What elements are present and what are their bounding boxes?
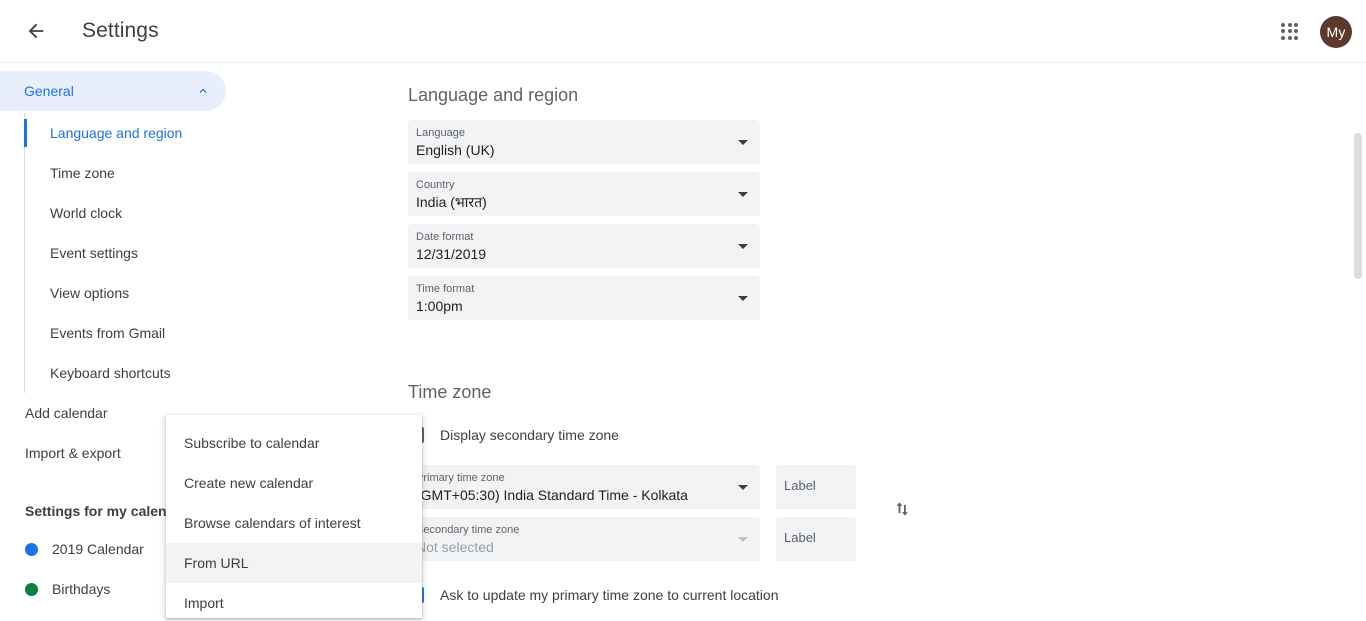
country-select[interactable]: Country India (भारत)	[408, 172, 760, 216]
swap-timezones-button[interactable]	[884, 491, 920, 527]
sidebar-item-view-options[interactable]: View options	[25, 273, 250, 313]
date-format-select-value: 12/31/2019	[416, 246, 487, 262]
secondary-timezone-value: Not selected	[416, 539, 494, 555]
sidebar-item-keyboard-shortcuts[interactable]: Keyboard shortcuts	[25, 353, 250, 393]
menu-item-label: Create new calendar	[184, 475, 314, 491]
sidebar-item-world-clock[interactable]: World clock	[25, 193, 250, 233]
sidebar-item-events-from-gmail[interactable]: Events from Gmail	[25, 313, 250, 353]
sidebar-item-label: View options	[50, 285, 130, 301]
date-format-select-label: Date format	[416, 231, 474, 243]
sidebar-item-label: Keyboard shortcuts	[50, 365, 171, 381]
timezone-selects: Primary time zone (GMT+05:30) India Stan…	[408, 465, 760, 569]
country-select-value: India (भारत)	[416, 194, 487, 210]
apps-launcher-button[interactable]	[1270, 12, 1310, 52]
calendar-color-dot-icon	[25, 542, 38, 556]
page-scrollbar-thumb[interactable]	[1354, 133, 1362, 279]
sidebar-group-general-label: General	[24, 83, 74, 99]
avatar[interactable]: My	[1320, 15, 1352, 48]
sidebar-item-time-zone[interactable]: Time zone	[25, 153, 250, 193]
secondary-timezone-select[interactable]: Secondary time zone Not selected	[408, 517, 760, 561]
chevron-down-icon	[738, 140, 748, 145]
chevron-down-icon	[738, 296, 748, 301]
sidebar-item-label: Time zone	[50, 165, 115, 181]
apps-grid-icon	[1281, 22, 1299, 41]
sidebar-item-label: Event settings	[50, 245, 138, 261]
language-select-label: Language	[416, 127, 465, 139]
menu-item-subscribe-to-calendar[interactable]: Subscribe to calendar	[166, 423, 422, 463]
calendar-label: Birthdays	[52, 581, 111, 597]
language-select-value: English (UK)	[416, 142, 495, 158]
ask-update-timezone-label: Ask to update my primary time zone to cu…	[440, 587, 779, 603]
sidebar-item-label: Add calendar	[25, 405, 108, 421]
menu-item-label: Import	[184, 595, 224, 611]
back-button[interactable]	[16, 11, 56, 51]
sidebar-group-general[interactable]: General	[0, 71, 226, 111]
menu-item-label: From URL	[184, 555, 249, 571]
sidebar-item-label: Import & export	[25, 445, 121, 461]
primary-timezone-label: Primary time zone	[416, 472, 505, 484]
chevron-down-icon	[738, 485, 748, 490]
primary-timezone-select[interactable]: Primary time zone (GMT+05:30) India Stan…	[408, 465, 760, 509]
primary-timezone-value: (GMT+05:30) India Standard Time - Kolkat…	[416, 487, 688, 503]
chevron-down-icon	[738, 537, 748, 542]
sidebar-item-label: World clock	[50, 205, 123, 221]
primary-timezone-label-input[interactable]: Label	[776, 465, 856, 509]
arrow-left-icon	[28, 23, 44, 39]
menu-item-label: Browse calendars of interest	[184, 515, 361, 531]
time-format-select-value: 1:00pm	[416, 298, 463, 314]
sidebar-subnav: Language and region Time zone World cloc…	[24, 113, 250, 393]
menu-item-create-new-calendar[interactable]: Create new calendar	[166, 463, 422, 503]
secondary-timezone-label: Secondary time zone	[416, 524, 520, 536]
calendar-color-dot-icon	[25, 582, 38, 596]
menu-item-from-url[interactable]: From URL	[166, 543, 422, 583]
chevron-up-icon	[196, 84, 210, 98]
menu-item-browse-calendars-of-interest[interactable]: Browse calendars of interest	[166, 503, 422, 543]
menu-item-label: Subscribe to calendar	[184, 435, 320, 451]
app-header: Settings My	[0, 0, 1366, 63]
time-format-select[interactable]: Time format 1:00pm	[408, 276, 760, 320]
header-actions: My	[1270, 0, 1352, 63]
timezone-label-fields: Label Label	[776, 465, 856, 569]
date-format-select[interactable]: Date format 12/31/2019	[408, 224, 760, 268]
calendar-label: 2019 Calendar	[52, 541, 144, 557]
display-secondary-timezone-checkbox-row[interactable]: Display secondary time zone	[408, 423, 1350, 447]
sidebar-item-event-settings[interactable]: Event settings	[25, 233, 250, 273]
language-select[interactable]: Language English (UK)	[408, 120, 760, 164]
menu-item-import[interactable]: Import	[166, 583, 422, 621]
chevron-down-icon	[738, 244, 748, 249]
chevron-down-icon	[738, 192, 748, 197]
sidebar-item-label: Language and region	[50, 125, 183, 141]
language-section-title: Language and region	[408, 85, 579, 105]
swap-vertical-arrows-icon	[896, 502, 908, 516]
time-format-select-label: Time format	[416, 283, 475, 295]
timezone-section-title: Time zone	[408, 382, 492, 402]
secondary-timezone-label-input[interactable]: Label	[776, 517, 856, 561]
timezone-row: Primary time zone (GMT+05:30) India Stan…	[408, 465, 1350, 569]
add-calendar-menu: Subscribe to calendar Create new calenda…	[166, 415, 422, 618]
sidebar-item-label: Events from Gmail	[50, 325, 166, 341]
country-select-label: Country	[416, 179, 455, 191]
page-scrollbar-track[interactable]	[1351, 126, 1366, 621]
sidebar-item-language-and-region[interactable]: Language and region	[24, 113, 250, 153]
ask-update-timezone-checkbox-row[interactable]: Ask to update my primary time zone to cu…	[408, 583, 1350, 607]
page-title: Settings	[82, 19, 159, 42]
display-secondary-timezone-label: Display secondary time zone	[440, 427, 619, 443]
